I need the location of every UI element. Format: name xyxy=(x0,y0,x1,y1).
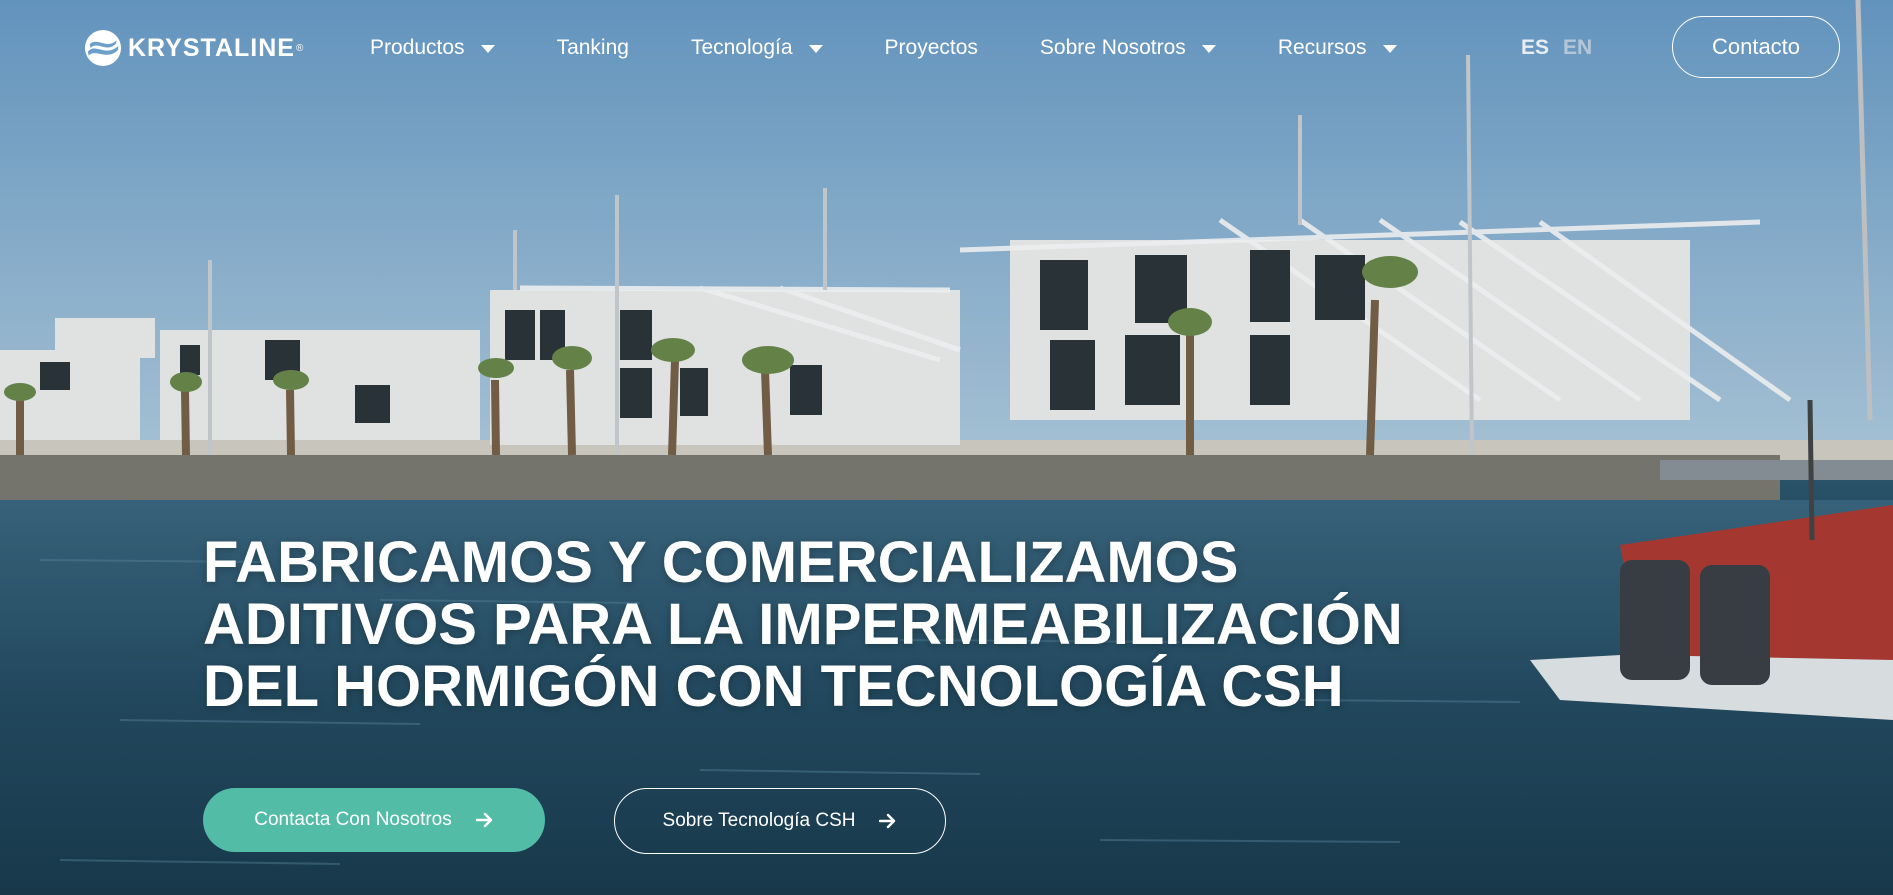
nav-item-label: Recursos xyxy=(1277,36,1367,59)
contact-button[interactable]: Contacto xyxy=(1672,16,1840,78)
chevron-down-icon xyxy=(1382,45,1397,53)
chevron-down-icon xyxy=(1201,45,1216,53)
hero-section: KRYSTALINE ® Productos Tanking Tecnologí… xyxy=(0,0,1893,895)
arrow-right-icon xyxy=(879,813,896,829)
nav-item-proyectos[interactable]: Proyectos xyxy=(885,36,978,60)
nav-item-label: Tanking xyxy=(556,36,629,59)
nav-item-label: Proyectos xyxy=(884,36,978,59)
top-navigation: KRYSTALINE ® Productos Tanking Tecnologí… xyxy=(0,0,1893,96)
language-switcher: ES EN xyxy=(1521,36,1592,60)
brand-name: KRYSTALINE xyxy=(128,33,295,62)
language-en-link[interactable]: EN xyxy=(1563,36,1592,60)
registered-mark: ® xyxy=(295,42,304,54)
nav-item-tanking[interactable]: Tanking xyxy=(557,36,629,60)
arrow-right-icon xyxy=(475,812,492,828)
nav-item-recursos[interactable]: Recursos xyxy=(1278,36,1397,60)
nav-item-label: Tecnología xyxy=(690,36,793,59)
nav-item-label: Productos xyxy=(370,36,465,59)
brand-logo[interactable]: KRYSTALINE ® xyxy=(84,28,303,68)
contact-us-button-label: Contacta Con Nosotros xyxy=(254,809,452,830)
main-menu: Productos Tanking Tecnología Proyectos S… xyxy=(370,30,1459,66)
wave-circle-logo-icon xyxy=(84,29,122,67)
chevron-down-icon xyxy=(808,45,823,53)
nav-item-tecnologia[interactable]: Tecnología xyxy=(691,36,823,60)
chevron-down-icon xyxy=(480,45,495,53)
csh-technology-button[interactable]: Sobre Tecnología CSH xyxy=(614,788,946,854)
nav-item-productos[interactable]: Productos xyxy=(370,36,495,60)
language-es-link[interactable]: ES xyxy=(1521,36,1549,60)
hero-headline: FABRICAMOS Y COMERCIALIZAMOS ADITIVOS PA… xyxy=(203,530,1403,719)
nav-item-sobre-nosotros[interactable]: Sobre Nosotros xyxy=(1040,36,1216,60)
hero-background-image xyxy=(0,0,1893,895)
csh-technology-button-label: Sobre Tecnología CSH xyxy=(662,810,856,831)
nav-item-label: Sobre Nosotros xyxy=(1039,36,1186,59)
contact-us-button[interactable]: Contacta Con Nosotros xyxy=(203,788,545,852)
